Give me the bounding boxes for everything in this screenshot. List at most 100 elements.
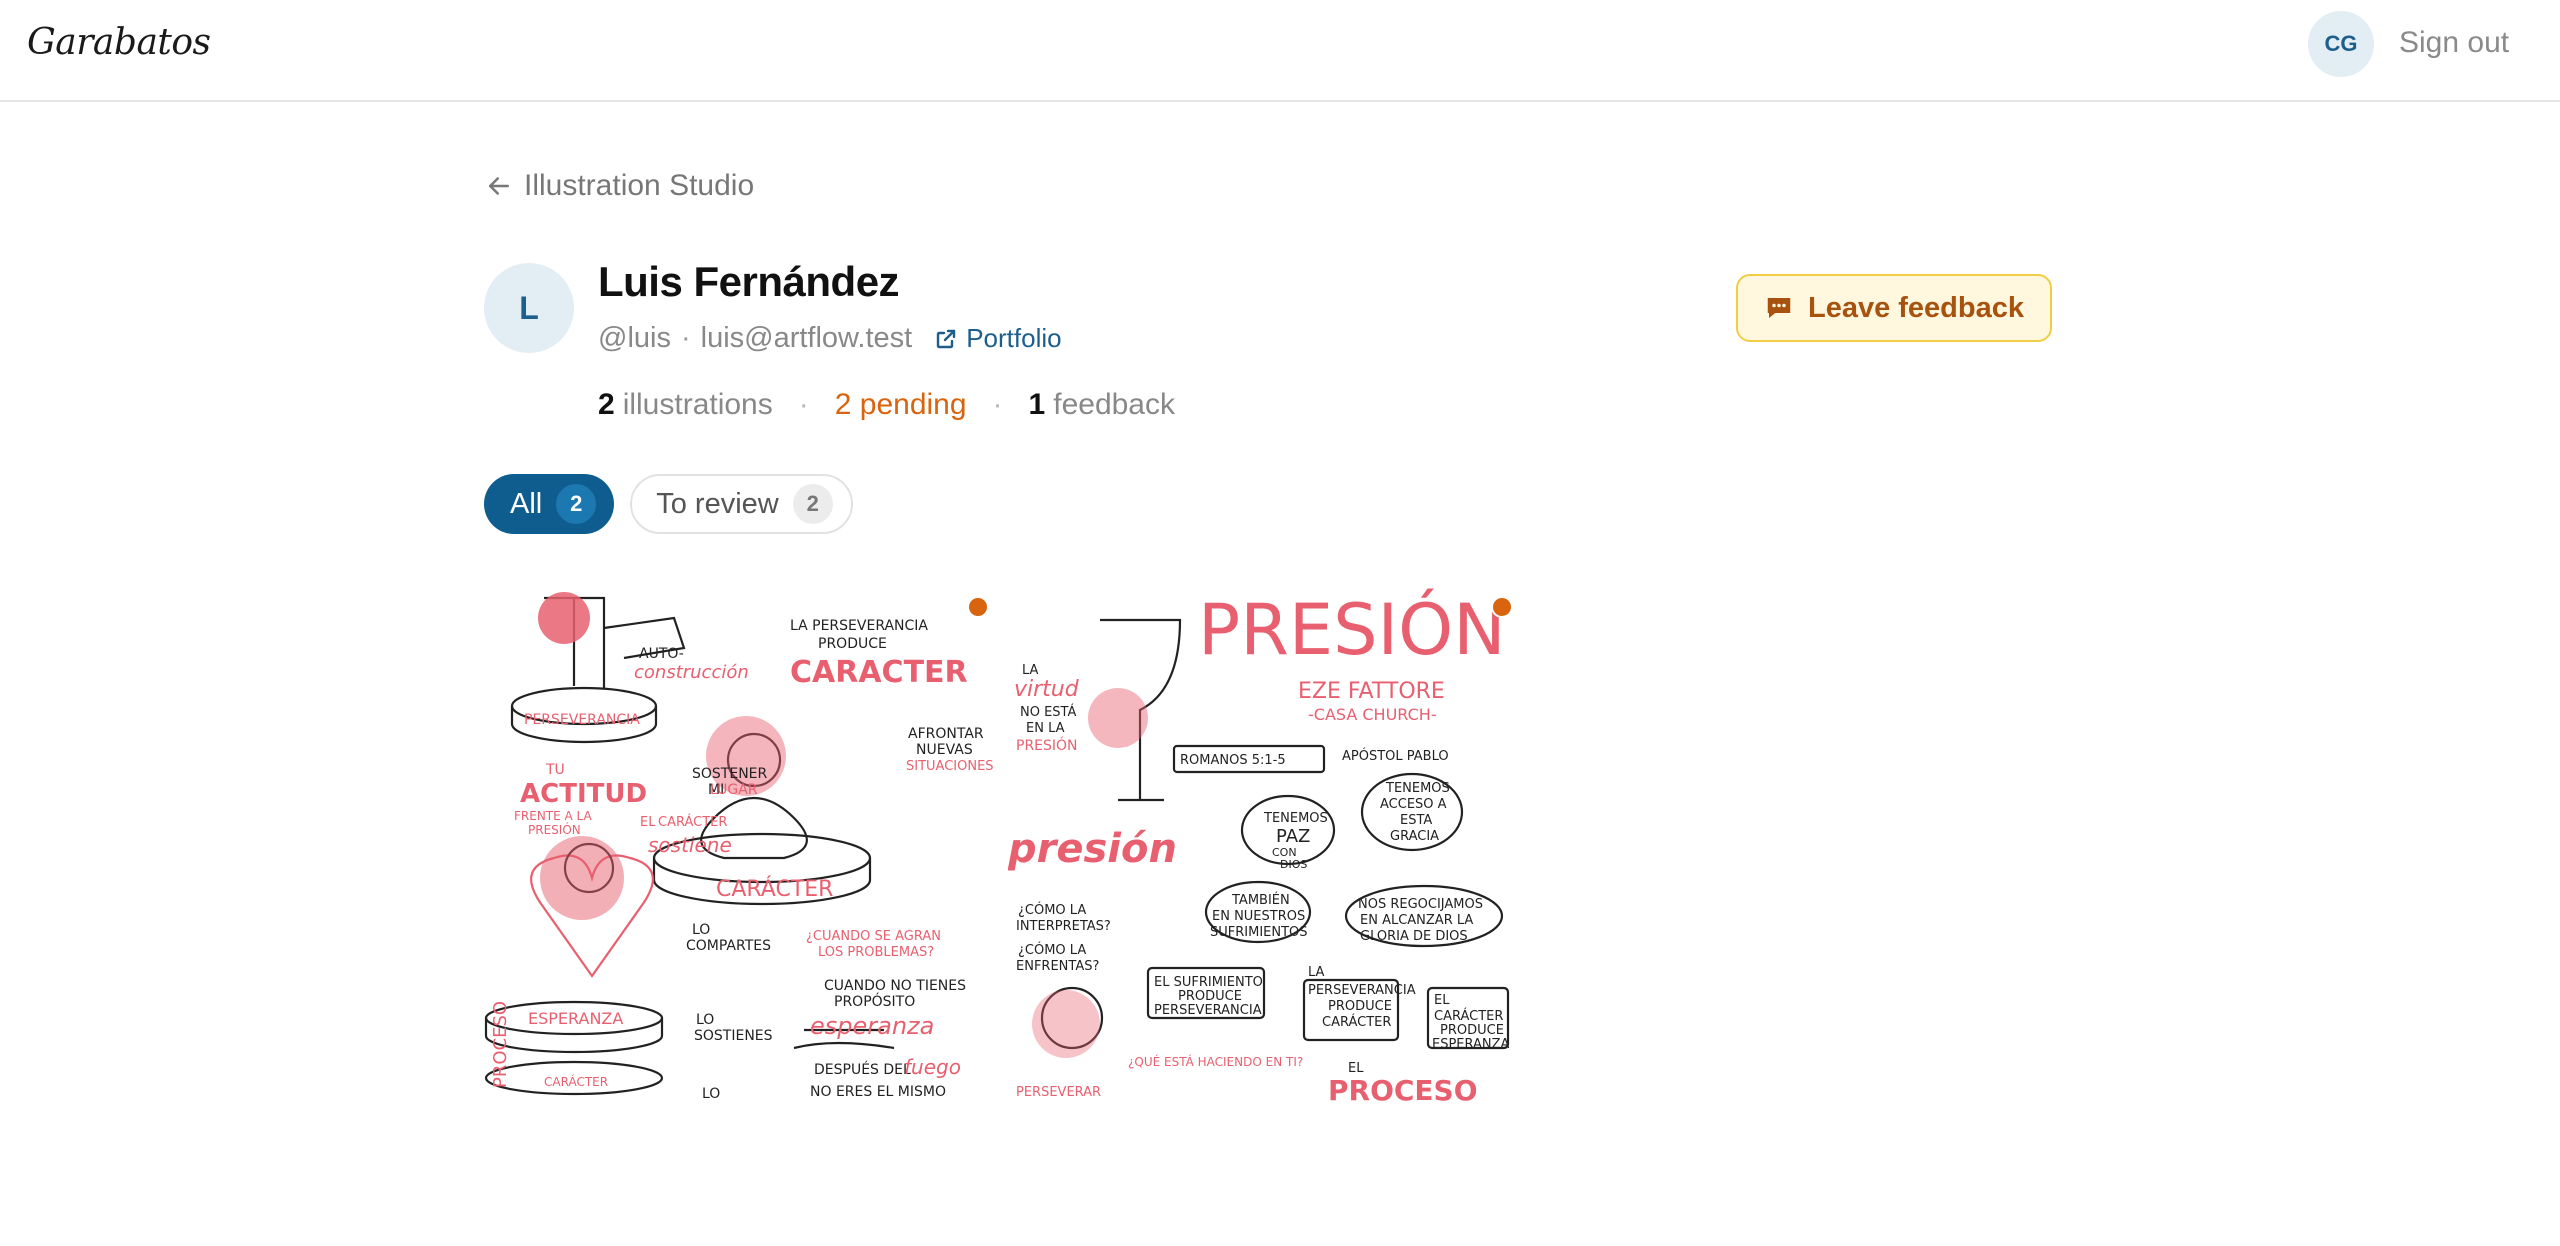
art-text: TAMBIÉN — [1231, 892, 1290, 908]
art-text: DIOS — [1280, 858, 1307, 871]
art-text: fuego — [904, 1055, 961, 1079]
portfolio-link[interactable]: Portfolio — [934, 323, 1062, 354]
back-link-label: Illustration Studio — [524, 169, 755, 202]
art-text: PRODUCE — [818, 636, 887, 652]
art-text: DESPUÉS DEL — [814, 1061, 911, 1078]
art-text: PERSEVERANCIA — [1154, 1003, 1262, 1018]
art-text: PRESIÓN — [528, 822, 581, 837]
art-text: LO — [696, 1012, 714, 1028]
art-text: EL — [1348, 1061, 1364, 1076]
art-text: ¿QUÉ ESTÁ HACIENDO EN TI? — [1128, 1054, 1303, 1069]
art-text: PRODUCE — [1440, 1023, 1504, 1038]
art-text: CARÁCTER — [658, 814, 727, 830]
art-text: SOSTENER — [692, 766, 768, 782]
art-text: PRESIÓN — [1016, 736, 1078, 754]
portfolio-label: Portfolio — [966, 323, 1062, 353]
artist-avatar: L — [484, 263, 574, 353]
art-text: ACCESO A — [1380, 797, 1447, 812]
back-link[interactable]: Illustration Studio — [484, 169, 754, 203]
feedback-count: 1 — [1028, 388, 1046, 421]
art-text: CARACTER — [790, 655, 968, 690]
top-bar: Garabatos CG Sign out — [0, 0, 2560, 102]
art-text: sostiene — [648, 833, 732, 857]
illustration-card[interactable]: AUTO- LA PERSEVERANCIA PRODUCE SOSTENER … — [484, 578, 1000, 1102]
illustration-thumbnail: AUTO- LA PERSEVERANCIA PRODUCE SOSTENER … — [484, 592, 994, 1102]
leave-feedback-label: Leave feedback — [1807, 291, 2024, 324]
stats-separator: · — [798, 388, 809, 421]
art-text: COMPARTES — [686, 938, 771, 954]
pending-indicator — [967, 596, 989, 618]
art-text: ROMANOS 5:1-5 — [1180, 753, 1286, 768]
art-text: ESPERANZA — [1432, 1037, 1510, 1052]
art-text: CARÁCTER — [544, 1074, 608, 1089]
art-text: TENEMOS — [1263, 811, 1328, 826]
art-text: LOS PROBLEMAS? — [818, 945, 934, 960]
pending-count: 2 pending — [834, 388, 967, 421]
art-text: PRESIÓN — [1198, 589, 1506, 671]
art-text: ESPERANZA — [528, 1009, 623, 1028]
art-text: -CASA CHURCH- — [1308, 705, 1437, 724]
artist-stats: 2 illustrations · 2 pending · 1 feedback — [598, 388, 1175, 422]
art-text: NO ESTÁ — [1020, 704, 1076, 720]
stats-separator: · — [992, 388, 1003, 421]
art-text: PROCESO — [490, 1001, 511, 1088]
art-text: SUFRIMIENTOS — [1210, 925, 1308, 940]
arrow-left-icon — [489, 177, 509, 195]
tab-all-label: All — [510, 487, 543, 520]
tab-all[interactable]: All 2 — [484, 474, 615, 534]
art-text: construcción — [634, 662, 749, 683]
art-text: LO — [692, 922, 710, 938]
meta-separator: · — [680, 322, 691, 354]
art-text: ENFRENTAS? — [1016, 959, 1099, 974]
app-logo[interactable]: Garabatos — [27, 22, 211, 63]
art-text: NOS REGOCIJAMOS — [1358, 897, 1483, 912]
art-text: ESTA — [1400, 813, 1432, 828]
sign-out-link[interactable]: Sign out — [2399, 26, 2509, 60]
art-text: PAZ — [1276, 826, 1310, 847]
art-text: TU — [545, 762, 565, 778]
art-text: NO ERES EL MISMO — [810, 1084, 946, 1100]
pending-indicator — [1491, 596, 1513, 618]
user-avatar[interactable]: CG — [2308, 11, 2374, 77]
art-text: LA PERSEVERANCIA — [790, 618, 928, 634]
art-text: TENEMOS — [1385, 781, 1450, 796]
leave-feedback-button[interactable]: Leave feedback — [1736, 274, 2052, 342]
art-text: INTERPRETAS? — [1016, 919, 1111, 934]
art-text: CARÁCTER — [1434, 1008, 1503, 1024]
art-text: esperanza — [810, 1012, 934, 1040]
art-text: EL — [640, 815, 656, 830]
art-text: EN LA — [1026, 721, 1065, 736]
artist-name: Luis Fernández — [598, 258, 900, 305]
tab-to-review-count: 2 — [792, 484, 833, 524]
filter-tabs: All 2 To review 2 — [484, 474, 853, 534]
artist-handle: @luis — [598, 322, 671, 354]
tab-all-count: 2 — [556, 484, 597, 524]
art-text: EN NUESTROS — [1212, 909, 1305, 924]
art-text: LA — [1308, 965, 1325, 980]
art-text: PROPÓSITO — [834, 992, 915, 1010]
art-text: PRODUCE — [1328, 999, 1392, 1014]
illustration-card[interactable]: PRESIÓN EZE FATTORE -CASA CHURCH- virtud… — [1008, 578, 1524, 1102]
art-text: PERSEVERANCIA — [1308, 983, 1416, 998]
art-text: CARÁCTER — [716, 876, 833, 902]
feedback-label: feedback — [1053, 388, 1175, 421]
art-text: LUGAR — [710, 782, 758, 798]
art-text: SOSTIENES — [694, 1028, 773, 1044]
art-text: CUANDO NO TIENES — [824, 978, 966, 994]
art-text: PROCESO — [1328, 1074, 1478, 1102]
tab-to-review-label: To review — [656, 487, 779, 520]
art-text: ¿CÓMO LA — [1018, 902, 1086, 918]
external-link-icon — [937, 329, 956, 348]
art-text: APÓSTOL PABLO — [1342, 748, 1449, 764]
art-text: FRENTE A LA — [514, 809, 593, 823]
art-text: EN ALCANZAR LA — [1360, 913, 1473, 928]
art-text: LO — [702, 1086, 720, 1102]
chat-bubble-icon — [1767, 298, 1791, 318]
tab-to-review[interactable]: To review 2 — [630, 474, 853, 534]
art-text: virtud — [1014, 677, 1080, 702]
art-text: presión — [1008, 826, 1177, 872]
art-text: SITUACIONES — [906, 759, 994, 774]
art-text: ¿CUANDO SE AGRAN — [806, 929, 941, 944]
art-text: GRACIA — [1390, 829, 1439, 844]
artist-meta: @luis · luis@artflow.test Portfolio — [598, 322, 1062, 355]
